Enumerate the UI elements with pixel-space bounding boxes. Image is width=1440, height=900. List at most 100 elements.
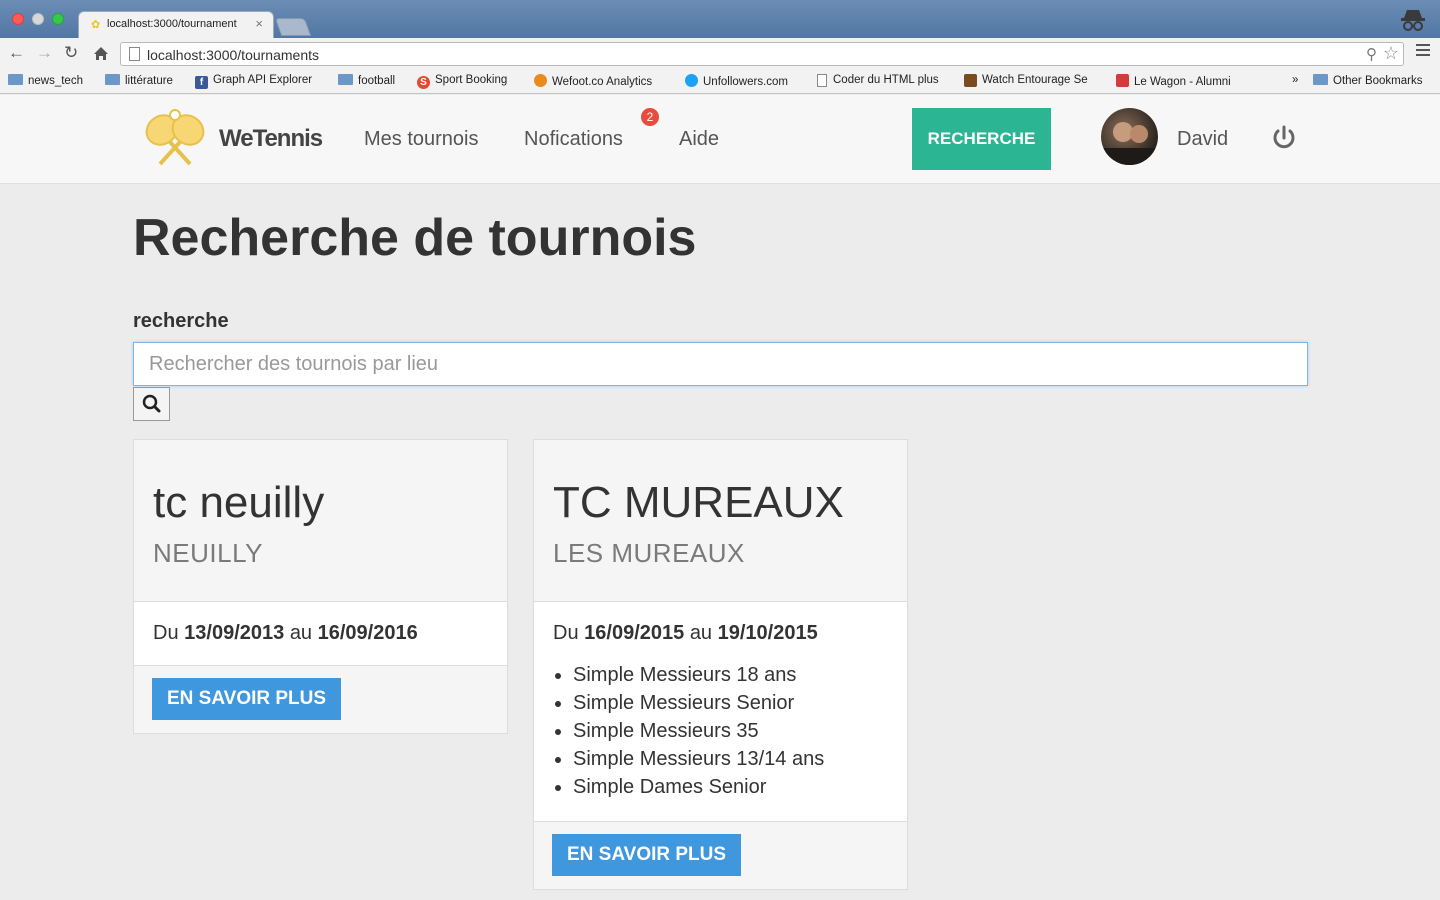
- card-footer: EN SAVOIR PLUS: [134, 666, 507, 733]
- list-item: Simple Messieurs 13/14 ans: [573, 745, 888, 773]
- forward-arrow-icon[interactable]: →: [36, 43, 53, 63]
- dates-to-word: au: [289, 622, 313, 644]
- bookmark-label: littérature: [125, 75, 173, 87]
- folder-icon: [338, 74, 353, 85]
- card-footer: EN SAVOIR PLUS: [534, 822, 907, 889]
- bookmarks-overflow-button[interactable]: »: [1292, 74, 1298, 86]
- film-icon: [964, 74, 977, 87]
- nav-mes-tournois[interactable]: Mes tournois: [364, 128, 479, 151]
- back-arrow-icon[interactable]: ←: [8, 43, 25, 63]
- bookmark-label: football: [358, 75, 396, 87]
- tab-title: localhost:3000/tournament: [107, 18, 237, 30]
- bookmark-link[interactable]: f Graph API Explorer: [195, 74, 312, 89]
- bookmark-link[interactable]: Coder du HTML plus: [817, 74, 945, 88]
- nav-aide[interactable]: Aide: [679, 128, 719, 151]
- bookmark-folder[interactable]: littérature: [105, 74, 173, 87]
- search-label: recherche: [133, 310, 229, 332]
- unfollowers-icon: [685, 74, 698, 87]
- list-item: Simple Messieurs 18 ans: [573, 661, 888, 689]
- card-body: Du 13/09/2013 au 16/09/2016: [134, 602, 507, 666]
- bookmark-link[interactable]: Le Wagon - Alumni: [1116, 74, 1231, 88]
- other-bookmarks-folder[interactable]: Other Bookmarks: [1313, 74, 1422, 87]
- incognito-icon: [1401, 10, 1425, 31]
- address-bar[interactable]: localhost:3000/tournaments ⚲ ☆: [120, 42, 1404, 66]
- bookmark-label: Graph API Explorer: [213, 74, 313, 86]
- folder-icon: [1313, 74, 1328, 85]
- bookmark-label: news_tech: [28, 75, 83, 87]
- bookmark-star-icon[interactable]: ☆: [1383, 43, 1399, 64]
- browser-tab-active[interactable]: ✿ localhost:3000/tournament ×: [78, 11, 274, 38]
- page-icon: [129, 47, 140, 61]
- card-header: tc neuilly NEUILLY: [134, 440, 507, 602]
- tournament-dates: Du 16/09/2015 au 19/10/2015: [553, 622, 888, 645]
- tennis-favicon-icon: ✿: [91, 19, 101, 31]
- chrome-menu-icon[interactable]: [1416, 44, 1430, 58]
- start-date: 13/09/2013: [184, 622, 285, 644]
- card-header: TC MUREAUX LES MUREAUX: [534, 440, 907, 602]
- folder-icon: [105, 74, 120, 85]
- card-body: Du 16/09/2015 au 19/10/2015 Simple Messi…: [534, 602, 907, 822]
- search-input[interactable]: [133, 342, 1308, 386]
- power-logout-icon[interactable]: [1271, 125, 1297, 151]
- new-tab-button[interactable]: [274, 18, 312, 36]
- recherche-button[interactable]: RECHERCHE: [912, 108, 1051, 170]
- facebook-icon: f: [195, 76, 208, 89]
- address-url: localhost:3000/tournaments: [147, 47, 319, 63]
- dates-from-word: Du: [553, 622, 579, 644]
- search-icon: [142, 394, 161, 413]
- bookmark-link[interactable]: Watch Entourage Se: [964, 74, 1094, 88]
- list-item: Simple Messieurs 35: [573, 717, 888, 745]
- bookmark-folder[interactable]: news_tech: [8, 74, 83, 87]
- tennis-rackets-logo-icon[interactable]: [142, 108, 208, 166]
- tab-close-icon[interactable]: ×: [255, 16, 263, 31]
- en-savoir-plus-button[interactable]: EN SAVOIR PLUS: [552, 834, 742, 876]
- end-date: 19/10/2015: [717, 622, 818, 644]
- tournament-card: tc neuilly NEUILLY Du 13/09/2013 au 16/0…: [133, 439, 508, 734]
- tournament-card: TC MUREAUX LES MUREAUX Du 16/09/2015 au …: [533, 439, 908, 890]
- folder-icon: [8, 74, 23, 85]
- bookmarks-bar: news_tech littérature f Graph API Explore…: [0, 70, 1440, 94]
- tournament-dates: Du 13/09/2013 au 16/09/2016: [153, 622, 488, 645]
- avatar-photo-icon: [1101, 122, 1158, 165]
- app-header: WeTennis Mes tournois Nofications 2 Aide…: [0, 95, 1440, 184]
- logo-text[interactable]: WeTennis: [219, 125, 323, 153]
- tournament-city: NEUILLY: [153, 538, 263, 568]
- minimize-window-button[interactable]: [32, 13, 44, 25]
- bookmark-label: Other Bookmarks: [1333, 75, 1423, 87]
- sport-booking-icon: S: [417, 76, 430, 89]
- page-icon: [817, 74, 827, 87]
- end-date: 16/09/2016: [317, 622, 418, 644]
- tournament-city: LES MUREAUX: [553, 538, 745, 568]
- home-icon[interactable]: [93, 46, 109, 61]
- le-wagon-icon: [1116, 74, 1129, 87]
- nav-notifications[interactable]: Nofications: [524, 128, 623, 151]
- analytics-icon: [534, 74, 547, 87]
- category-list: Simple Messieurs 18 ans Simple Messieurs…: [553, 661, 888, 801]
- search-submit-button[interactable]: [133, 387, 170, 421]
- bookmark-link[interactable]: Unfollowers.com: [685, 74, 788, 88]
- zoom-icon[interactable]: ⚲: [1366, 45, 1377, 63]
- en-savoir-plus-button[interactable]: EN SAVOIR PLUS: [152, 678, 342, 720]
- bookmark-link[interactable]: Wefoot.co Analytics: [534, 74, 652, 88]
- maximize-window-button[interactable]: [52, 13, 64, 25]
- bookmark-label: Wefoot.co Analytics: [552, 76, 653, 88]
- user-name[interactable]: David: [1177, 128, 1228, 151]
- reload-icon[interactable]: ↻: [64, 43, 78, 63]
- bookmark-folder[interactable]: football: [338, 74, 395, 87]
- bookmark-label: Le Wagon - Alumni: [1134, 76, 1231, 88]
- bookmark-link[interactable]: S Sport Booking: [417, 74, 507, 89]
- bookmark-label: Watch Entourage Se: [982, 74, 1088, 86]
- browser-titlebar: ✿ localhost:3000/tournament ×: [0, 0, 1440, 38]
- browser-toolbar: ← → ↻ localhost:3000/tournaments ⚲ ☆: [0, 38, 1440, 70]
- page-title: Recherche de tournois: [133, 209, 697, 267]
- notification-count-badge: 2: [641, 108, 659, 126]
- bookmark-label: Unfollowers.com: [703, 76, 788, 88]
- start-date: 16/09/2015: [584, 622, 685, 644]
- bookmark-label: Coder du HTML plus: [833, 74, 939, 86]
- list-item: Simple Messieurs Senior: [573, 689, 888, 717]
- close-window-button[interactable]: [12, 13, 24, 25]
- dates-from-word: Du: [153, 622, 179, 644]
- user-avatar[interactable]: [1101, 108, 1158, 165]
- list-item: Simple Dames Senior: [573, 773, 888, 801]
- dates-to-word: au: [689, 622, 713, 644]
